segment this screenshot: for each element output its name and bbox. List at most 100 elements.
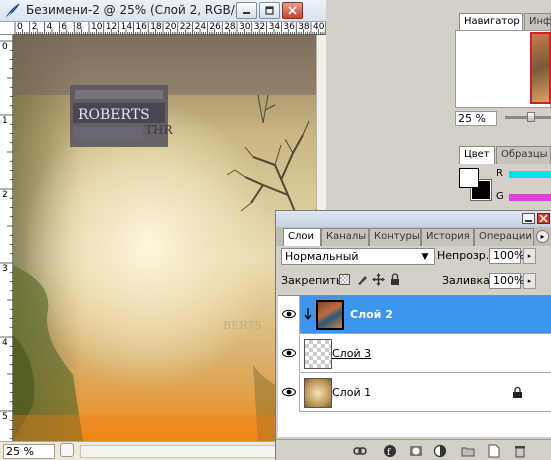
layers-panel-header[interactable]: [276, 211, 551, 227]
fill-field[interactable]: 100%: [489, 273, 524, 289]
status-info-icon[interactable]: [60, 443, 74, 457]
lock-transparency-icon[interactable]: [339, 274, 350, 285]
visibility-toggle[interactable]: [278, 335, 300, 373]
ruler-vertical[interactable]: 0 1 2 3 4 5: [0, 35, 13, 441]
ruler-label: 2: [31, 22, 38, 32]
layer-name[interactable]: Слой 3: [332, 347, 371, 360]
layer-name[interactable]: Слой 2: [350, 308, 393, 321]
triangle-right-icon: ▸: [540, 232, 545, 241]
channel-r-slider[interactable]: [509, 171, 551, 178]
ruler-label: 34: [268, 22, 281, 32]
tab-navigator[interactable]: Навигатор: [459, 13, 523, 31]
ruler-label: 18: [150, 22, 162, 32]
ruler-label: 14: [120, 22, 133, 32]
fill-dropdown-button[interactable]: ▸: [523, 273, 536, 289]
panel-close-button[interactable]: [537, 213, 550, 224]
layer-row[interactable]: Слой 3: [278, 335, 551, 373]
ruler-label: 5: [2, 412, 8, 422]
navigator-zoom-slider-thumb[interactable]: [527, 112, 535, 122]
blend-mode-select[interactable]: Нормальный: [281, 248, 435, 265]
sign-text-thr: THR: [145, 123, 173, 137]
tab-actions[interactable]: Операции: [474, 228, 534, 246]
minimize-icon: [243, 12, 250, 14]
tab-paths[interactable]: Контуры: [369, 228, 421, 246]
sign-text-roberts: ROBERTS: [78, 107, 150, 123]
layer-thumbnail[interactable]: [304, 378, 332, 408]
grunge-artwork: ROBERTS THR BERTS: [13, 35, 316, 441]
new-group-icon[interactable]: [461, 444, 475, 458]
eye-icon: [282, 309, 296, 319]
panel-menu-button[interactable]: ▸: [536, 230, 549, 243]
fill-label: Заливка:: [442, 274, 494, 287]
ruler-label: 12: [105, 22, 118, 32]
ruler-label: 4: [46, 22, 53, 32]
visibility-toggle[interactable]: [278, 374, 300, 412]
layer-row[interactable]: Слой 1: [278, 374, 551, 412]
chevron-down-icon[interactable]: ▼: [417, 249, 433, 264]
lock-all-icon[interactable]: [389, 273, 401, 286]
ruler-label: 38: [298, 22, 310, 32]
ruler-horizontal[interactable]: 0 2 4 6 8 10 12 14 16 18 20 22 24 26 28 30 32 34 36 38 40: [0, 22, 326, 35]
ruler-label: 22: [179, 22, 192, 32]
link-layers-icon[interactable]: [353, 444, 367, 458]
ruler-label: 20: [165, 22, 177, 32]
photoshop-feather-icon: [5, 3, 20, 19]
layer-name[interactable]: Слой 1: [332, 386, 371, 399]
layer-style-icon[interactable]: f: [383, 444, 397, 458]
tab-color[interactable]: Цвет: [459, 146, 495, 164]
image-canvas[interactable]: ROBERTS THR BERTS: [13, 35, 316, 441]
ruler-label: 2: [2, 190, 8, 200]
panel-gap: [452, 132, 551, 144]
tab-layers[interactable]: Слои: [283, 228, 321, 246]
ruler-label: 28: [224, 22, 236, 32]
ruler-label: 24: [194, 22, 207, 32]
tab-swatches[interactable]: Образцы: [496, 146, 551, 164]
ruler-label: 16: [135, 22, 147, 32]
trash-icon[interactable]: [513, 444, 527, 458]
ruler-label: 4: [2, 338, 8, 348]
minimize-icon: [525, 220, 532, 222]
tab-history[interactable]: История: [421, 228, 474, 246]
zoom-field[interactable]: 25 %: [3, 444, 55, 459]
ruler-label: 30: [239, 22, 251, 32]
document-titlebar[interactable]: Безимени-2 @ 25% (Слой 2, RGB/8): [0, 0, 326, 22]
ruler-label: 26: [209, 22, 221, 32]
ruler-label: 10: [91, 22, 103, 32]
channel-r-label: R: [496, 168, 503, 179]
adjustment-layer-icon[interactable]: [433, 444, 447, 458]
lock-brush-icon[interactable]: [356, 273, 369, 286]
visibility-toggle[interactable]: [278, 296, 300, 334]
tab-channels[interactable]: Каналы: [321, 228, 369, 246]
panel-minimize-button[interactable]: [522, 213, 535, 224]
close-button[interactable]: [282, 2, 303, 19]
close-icon: [288, 6, 297, 15]
minimize-button[interactable]: [236, 2, 257, 19]
ruler-label: 8: [76, 22, 82, 32]
ruler-label: 0: [2, 42, 8, 52]
new-layer-icon[interactable]: [487, 444, 501, 458]
layer-thumbnail[interactable]: [316, 300, 344, 330]
channel-g-slider[interactable]: [509, 194, 551, 201]
ruler-label: 1: [2, 116, 8, 126]
foreground-color-swatch[interactable]: [459, 168, 479, 188]
layer-thumbnail[interactable]: [304, 339, 332, 369]
layer-list[interactable]: Слой 2 Слой 3 Слой 1: [278, 295, 551, 437]
opacity-dropdown-button[interactable]: ▸: [523, 248, 536, 264]
navigator-view-box[interactable]: [530, 32, 551, 104]
document-title: Безимени-2 @ 25% (Слой 2, RGB/8): [26, 3, 248, 17]
ruler-ticks-vertical: [0, 40, 13, 440]
layer-mask-icon[interactable]: [409, 444, 423, 458]
navigator-zoom-field[interactable]: 25 %: [455, 111, 497, 126]
ruler-label: 36: [283, 22, 295, 32]
ruler-label: 0: [17, 22, 23, 32]
maximize-button[interactable]: [259, 2, 280, 19]
opacity-label: Непрозр.:: [437, 249, 493, 262]
channel-g-label: G: [496, 191, 504, 202]
eye-icon: [282, 348, 296, 358]
layer-row[interactable]: Слой 2: [278, 296, 551, 334]
tab-info[interactable]: Инф: [524, 13, 551, 31]
opacity-field[interactable]: 100%: [489, 248, 524, 264]
ruler-label: 3: [2, 264, 8, 274]
ruler-label: 6: [61, 22, 68, 32]
lock-move-icon[interactable]: [372, 273, 385, 286]
